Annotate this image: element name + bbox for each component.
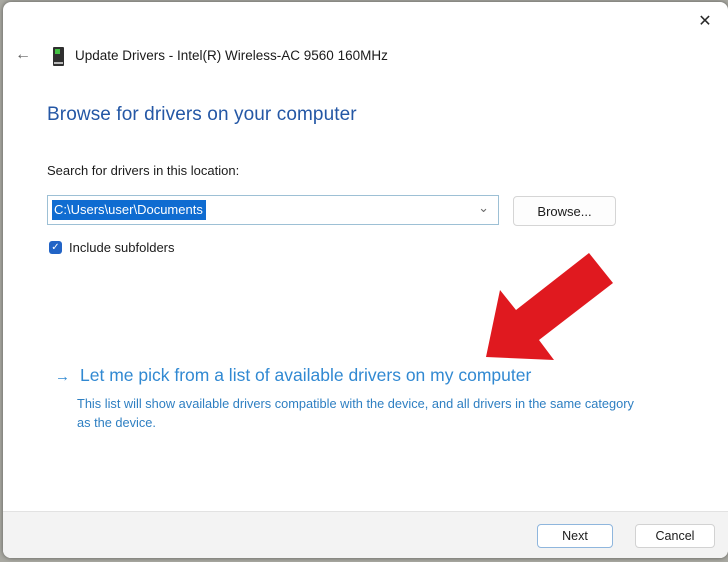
include-subfolders-label: Include subfolders <box>69 240 175 255</box>
page-title: Browse for drivers on your computer <box>47 104 357 125</box>
driver-device-icon <box>53 47 64 66</box>
close-icon[interactable]: ✕ <box>690 8 720 34</box>
device-base-line <box>54 62 63 64</box>
next-button[interactable]: Next <box>537 524 613 548</box>
include-subfolders-row[interactable]: ✓ Include subfolders <box>49 240 175 255</box>
footer-bar: Next Cancel <box>3 511 728 558</box>
pick-from-list-link[interactable]: Let me pick from a list of available dri… <box>80 365 531 386</box>
pick-option-description: This list will show available drivers co… <box>77 396 634 430</box>
device-led-dot <box>55 49 60 54</box>
arrow-right-icon: → <box>55 368 70 385</box>
browse-button[interactable]: Browse... <box>513 196 616 226</box>
window-title: Update Drivers - Intel(R) Wireless-AC 95… <box>75 48 388 63</box>
location-combobox[interactable]: C:\Users\user\Documents ⌄ <box>47 195 499 225</box>
cancel-button[interactable]: Cancel <box>635 524 715 548</box>
back-icon[interactable]: ← <box>11 44 35 66</box>
red-arrow-annotation <box>486 253 613 360</box>
checkbox-checked-icon[interactable]: ✓ <box>49 241 62 254</box>
location-label: Search for drivers in this location: <box>47 163 240 178</box>
screen-background: ✕ ← Update Drivers - Intel(R) Wireless-A… <box>0 0 728 562</box>
pick-option-row[interactable]: → Let me pick from a list of available d… <box>55 365 531 386</box>
update-drivers-dialog: ✕ ← Update Drivers - Intel(R) Wireless-A… <box>3 2 728 558</box>
chevron-down-icon[interactable]: ⌄ <box>478 200 489 216</box>
location-input-value[interactable]: C:\Users\user\Documents <box>52 200 206 220</box>
